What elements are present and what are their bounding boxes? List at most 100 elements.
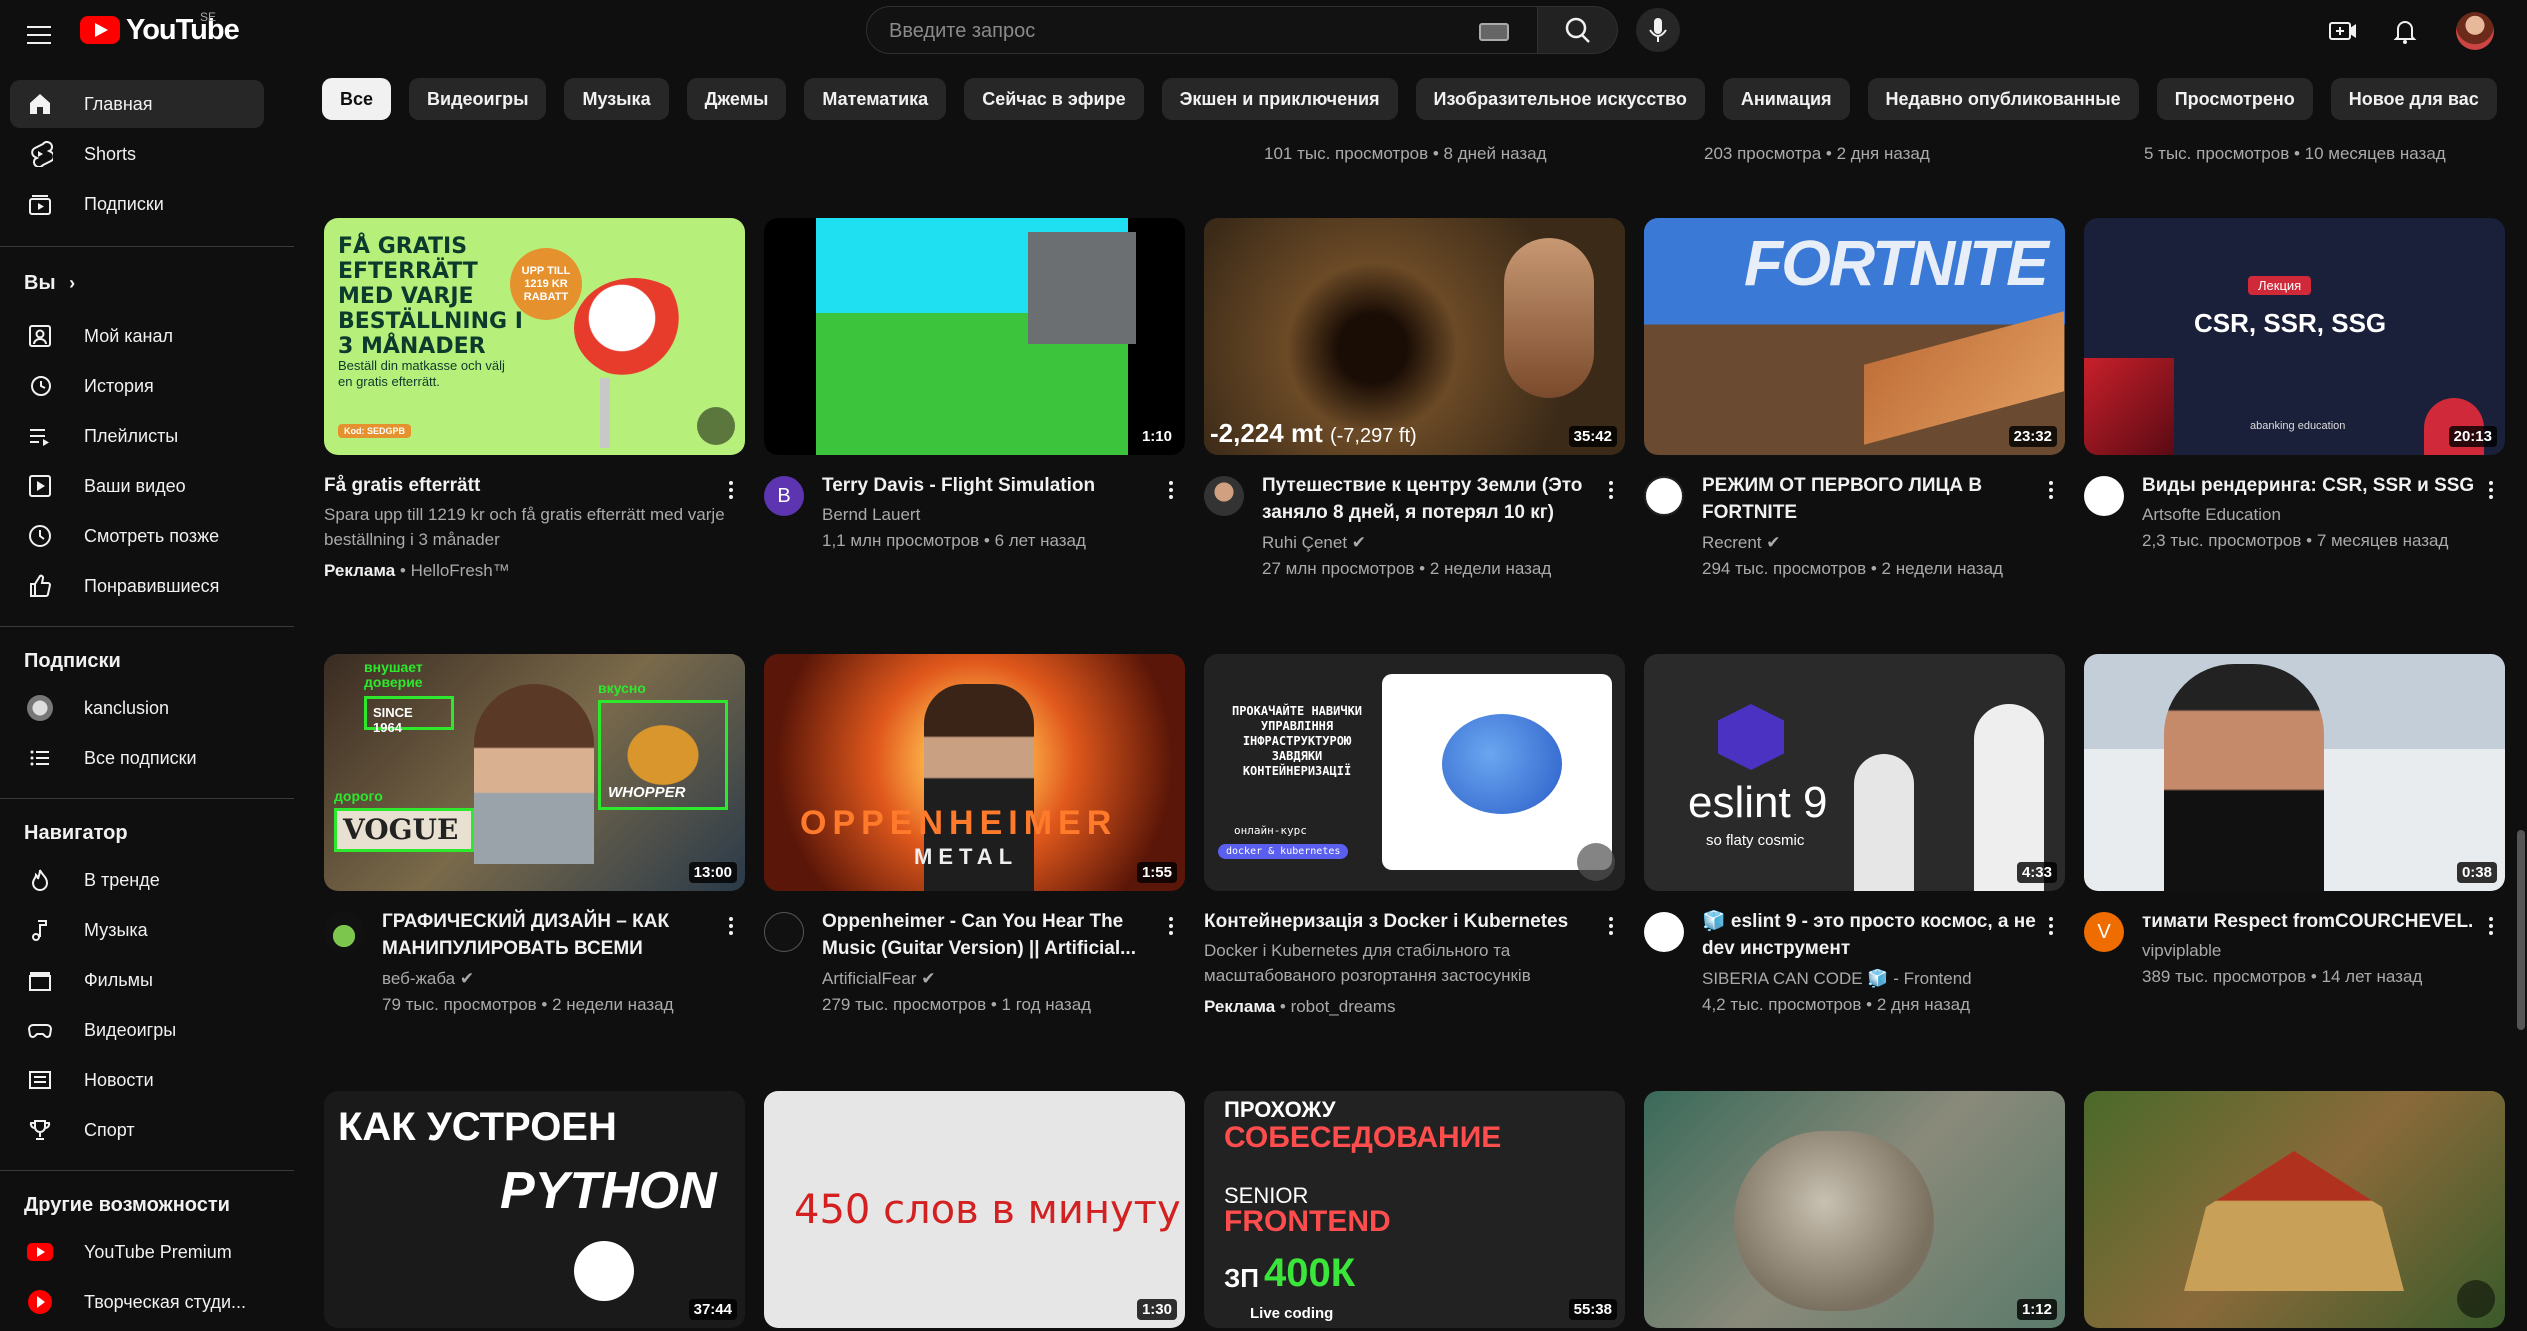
channel-avatar[interactable] [2084,476,2124,516]
sidebar-item-liked[interactable]: Понравившиеся [10,562,264,610]
channel-avatar[interactable]: B [764,476,804,516]
video-title[interactable]: 🧊 eslint 9 - это просто космос, а не dev… [1702,908,2042,962]
sidebar-item-playlists[interactable]: Плейлисты [10,412,264,460]
video-thumbnail[interactable]: FORTNITE 23:32 [1644,218,2065,455]
keyboard-icon[interactable] [1479,23,1509,41]
video-thumbnail[interactable]: FÅ GRATIS EFTERRÄTT MED VARJE BESTÄLLNIN… [324,218,745,455]
external-link-icon[interactable] [697,407,735,445]
chip-math[interactable]: Математика [804,78,947,120]
external-link-icon[interactable] [1577,843,1615,881]
voice-search-button[interactable] [1636,8,1680,52]
more-options-icon[interactable] [1601,476,1621,504]
chip-recently-uploaded[interactable]: Недавно опубликованные [1867,78,2139,120]
sidebar-item-your-videos[interactable]: Ваши видео [10,462,264,510]
channel-name[interactable]: веб-жаба ✔ [382,966,474,991]
video-thumbnail[interactable]: -2,224 mt (-7,297 ft) 35:42 [1204,218,1625,455]
channel-name[interactable]: vipviplable [2142,938,2221,963]
more-options-icon[interactable] [1161,912,1181,940]
more-options-icon[interactable] [2481,476,2501,504]
sidebar-item-home[interactable]: Главная [10,80,264,128]
more-options-icon[interactable] [2041,912,2061,940]
search-input[interactable] [887,7,1451,55]
channel-avatar[interactable] [1644,912,1684,952]
chip-music[interactable]: Музыка [564,78,669,120]
video-thumbnail[interactable]: КАК УСТРОЕН PYTHON 37:44 [324,1091,745,1328]
video-title[interactable]: Виды рендеринга: CSR, SSR и SSG [2142,472,2482,499]
sidebar-item-subscriptions[interactable]: Подписки [10,180,264,228]
sidebar-item-youtube-premium[interactable]: YouTube Premium [10,1228,264,1276]
video-thumbnail[interactable]: 1:10 [764,218,1185,455]
chip-watched[interactable]: Просмотрено [2156,78,2313,120]
video-thumbnail[interactable]: 450 слов в минуту 1:30 [764,1091,1185,1328]
video-title[interactable]: Путешествие к центру Земли (Это заняло 8… [1262,472,1602,526]
sidebar-item-music[interactable]: Музыка [10,906,264,954]
sidebar-item-gaming[interactable]: Видеоигры [10,1006,264,1054]
channel-avatar[interactable] [1204,476,1244,516]
channel-name[interactable]: Ruhi Çenet ✔ [1262,530,1366,555]
sidebar-item-kanclusion[interactable]: kanclusion [10,684,264,732]
channel-name[interactable]: ArtificialFear ✔ [822,966,935,991]
more-options-icon[interactable] [721,912,741,940]
channel-name[interactable]: SIBERIA CAN CODE 🧊 - Frontend [1702,966,1972,991]
thumbs-up-icon [26,572,54,600]
chip-animation[interactable]: Анимация [1722,78,1850,120]
sidebar-item-watch-later[interactable]: Смотреть позже [10,512,264,560]
chip-new-to-you[interactable]: Новое для вас [2330,78,2497,120]
chip-visual-arts[interactable]: Изобразительное искусство [1415,78,1705,120]
video-title[interactable]: РЕЖИМ ОТ ПЕРВОГО ЛИЦА В FORTNITE [1702,472,2042,526]
video-thumbnail[interactable]: eslint 9 so flaty cosmic 4:33 [1644,654,2065,891]
video-thumbnail[interactable]: внушает доверие SINCE 1964 вкусно WHOPPE… [324,654,745,891]
more-options-icon[interactable] [1601,912,1621,940]
video-thumbnail[interactable] [2084,1091,2505,1328]
channel-avatar[interactable] [764,912,804,952]
sidebar-item-sports[interactable]: Спорт [10,1106,264,1154]
sidebar-item-youtube-studio[interactable]: Творческая студи... [10,1278,264,1326]
account-avatar[interactable] [2456,12,2494,50]
sidebar-item-trending[interactable]: В тренде [10,856,264,904]
video-title[interactable]: тимати Respect fromCOURCHEVEL. [2142,908,2482,935]
sidebar-item-all-subscriptions[interactable]: Все подписки [10,734,264,782]
fork-image [600,378,610,448]
notifications-button[interactable] [2388,14,2422,48]
depth-meters: -2,224 mt [1210,418,1323,448]
chip-live[interactable]: Сейчас в эфире [964,78,1144,120]
chip-jams[interactable]: Джемы [686,78,787,120]
video-thumbnail[interactable]: 1:12 [1644,1091,2065,1328]
sidebar-item-shorts[interactable]: Shorts [10,130,264,178]
video-card: FORTNITE 23:32 РЕЖИМ ОТ ПЕРВОГО ЛИЦА В F… [1644,218,2065,578]
video-title[interactable]: ГРАФИЧЕСКИЙ ДИЗАЙН – КАК МАНИПУЛИРОВАТЬ … [382,908,722,962]
video-title[interactable]: Få gratis efterrätt [324,472,664,499]
sidebar-item-news[interactable]: Новости [10,1056,264,1104]
channel-name[interactable]: Bernd Lauert [822,502,920,527]
scrollbar-thumb[interactable] [2517,830,2525,1030]
video-thumbnail[interactable]: OPPENHEIMER METAL 1:55 [764,654,1185,891]
sidebar-item-movies[interactable]: Фильмы [10,956,264,1004]
sidebar-item-my-channel[interactable]: Мой канал [10,312,264,360]
channel-name[interactable]: Recrent ✔ [1702,530,1781,555]
page-scrollbar[interactable] [2515,90,2527,1331]
create-button[interactable] [2326,14,2360,48]
channel-name[interactable]: Artsofte Education [2142,502,2281,527]
video-title[interactable]: Terry Davis - Flight Simulation [822,472,1162,499]
video-title[interactable]: Oppenheimer - Can You Hear The Music (Gu… [822,908,1162,962]
chip-videogames[interactable]: Видеоигры [409,78,547,120]
chip-all[interactable]: Все [322,78,392,120]
channel-avatar[interactable] [324,912,364,952]
channel-avatar[interactable] [1644,476,1684,516]
chip-action-adventure[interactable]: Экшен и приключения [1161,78,1398,120]
more-options-icon[interactable] [1161,476,1181,504]
more-options-icon[interactable] [2041,476,2061,504]
search-button[interactable] [1538,6,1618,54]
channel-avatar[interactable]: V [2084,912,2124,952]
more-options-icon[interactable] [2481,912,2501,940]
you-section-heading[interactable]: Вы › [24,272,75,295]
video-thumbnail[interactable]: Лекция CSR, SSR, SSG abanking education … [2084,218,2505,455]
sidebar-item-history[interactable]: История [10,362,264,410]
video-thumbnail[interactable]: 0:38 [2084,654,2505,891]
video-title[interactable]: Контейнеризація з Docker і Kubernetes [1204,908,1594,935]
more-options-icon[interactable] [721,476,741,504]
menu-icon[interactable] [18,14,60,56]
video-thumbnail[interactable]: ПРОХОЖУ СОБЕСЕДОВАНИЕ SENIOR FRONTEND ЗП… [1204,1091,1625,1328]
video-thumbnail[interactable]: ПРОКАЧАЙТЕ НАВИЧКИ УПРАВЛІННЯ ІНФРАСТРУК… [1204,654,1625,891]
external-link-icon[interactable] [2457,1280,2495,1318]
